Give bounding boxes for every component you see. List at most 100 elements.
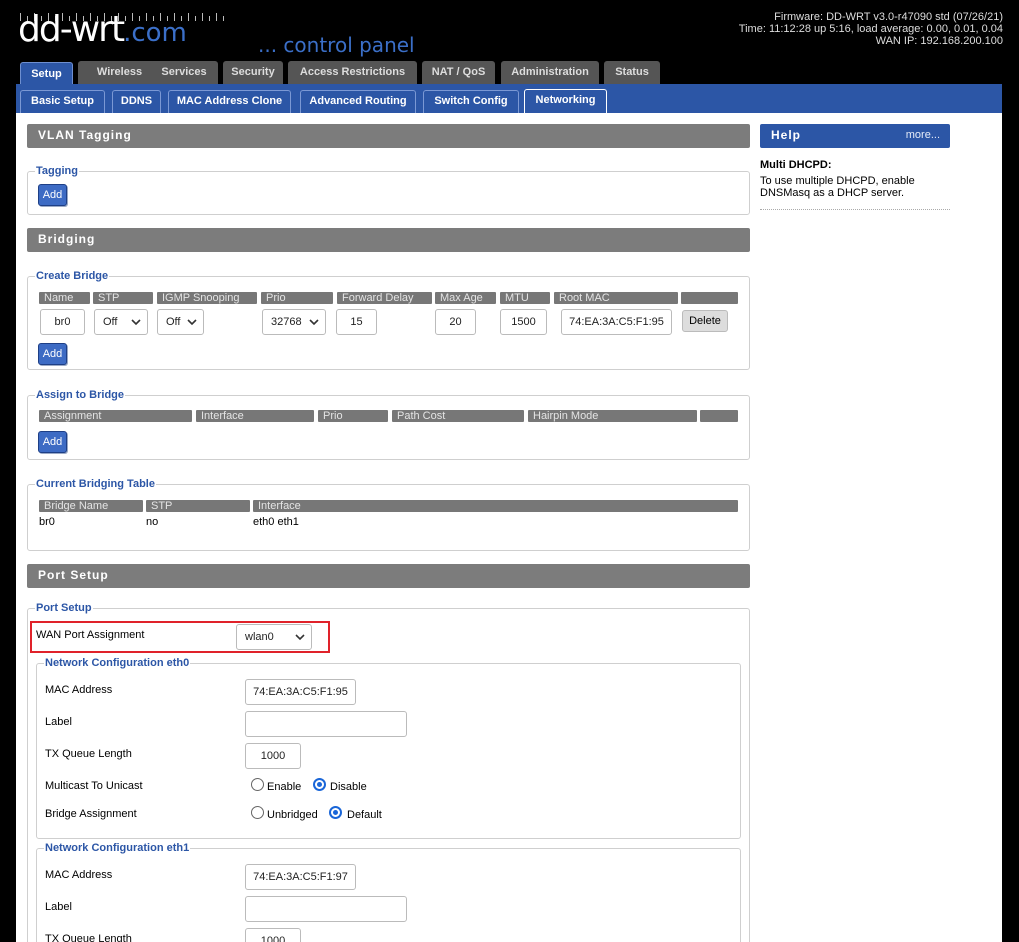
subtab-networking[interactable]: Networking [524,89,607,114]
help-text: To use multiple DHCPD, enable DNSMasq as… [760,175,915,199]
eth0-mac-input[interactable]: 74:EA:3A:C5:F1:95 [245,679,356,705]
chevron-down-icon [295,634,305,641]
eth0-label-input[interactable] [245,711,407,737]
assign-add-button[interactable]: Add [38,431,67,453]
create-bridge-legend: Create Bridge [35,269,110,283]
bridge-forward-delay-input[interactable]: 15 [336,309,377,335]
tab-wireless[interactable]: Wireless [78,61,161,84]
eth0-bridge-default-radio[interactable] [329,806,342,819]
eth0-mcast-enable-radio[interactable] [251,778,264,791]
col-root-mac: Root MAC [554,292,678,304]
subtab-switch-config[interactable]: Switch Config [423,90,519,113]
chevron-down-icon [187,319,197,326]
eth1-mac-label: MAC Address [45,869,113,881]
help-title: Help [771,128,802,142]
logo-tick [209,16,210,21]
col-assign-actions [700,410,738,422]
subtab-mac-address-clone[interactable]: MAC Address Clone [168,90,291,113]
vlan-add-button[interactable]: Add [38,184,67,206]
create-bridge-fieldset: Create Bridge Name STP IGMP Snooping Pri… [27,269,750,370]
logo-tick [223,16,224,21]
help-divider [760,209,950,210]
eth0-mcast-disable-radio[interactable] [313,778,326,791]
tab-setup[interactable]: Setup [20,62,73,86]
subtab-advanced-routing[interactable]: Advanced Routing [300,90,416,113]
eth0-bridge-default-label: Default [347,809,382,821]
eth1-legend: Network Configuration eth1 [44,841,191,855]
port-setup-legend: Port Setup [35,601,93,615]
sub-tabs: Basic Setup DDNS MAC Address Clone Advan… [16,84,1002,114]
bridge-prio-select[interactable]: 32768 [262,309,326,335]
col-bridge-name: Bridge Name [39,500,143,512]
logo-tick [188,13,189,21]
header: dd-wrt.com ... control panel Firmware: D… [0,0,1019,60]
help-more-link[interactable]: more... [906,124,940,147]
help-heading: Multi DHCPD: [760,159,832,171]
wan-ip: WAN IP: 192.168.200.100 [875,35,1003,47]
eth0-bridge-unbridged-radio[interactable] [251,806,264,819]
col-path-cost: Path Cost [392,410,524,422]
col-mtu: MTU [500,292,550,304]
eth0-bridge-unbridged-label: Unbridged [267,809,318,821]
tab-nat-qos[interactable]: NAT / QoS [422,61,495,84]
eth1-fieldset: Network Configuration eth1 [36,841,741,942]
tab-security[interactable]: Security [223,61,283,84]
eth1-label-input[interactable] [245,896,407,922]
col-forward-delay: Forward Delay [337,292,432,304]
tab-administration[interactable]: Administration [501,61,599,84]
eth1-txq-label: TX Queue Length [45,933,132,942]
eth0-mcast-enable-label: Enable [267,781,302,793]
tab-status[interactable]: Status [604,61,660,84]
section-vlan-tagging: VLAN Tagging [27,124,750,148]
eth1-txq-input[interactable]: 1000 [245,928,301,942]
logo[interactable]: dd-wrt.com [18,12,187,48]
current-bridge-stp: no [146,516,159,528]
col-name: Name [39,292,90,304]
col-hairpin-mode: Hairpin Mode [528,410,697,422]
section-bridging: Bridging [27,228,750,252]
current-bridging-fieldset: Current Bridging Table Bridge Name STP I… [27,477,750,551]
status-info: Firmware: DD-WRT v3.0-r47090 std (07/26/… [739,11,1003,47]
bridge-delete-button[interactable]: Delete [682,310,728,332]
bridge-stp-select[interactable]: Off [94,309,148,335]
eth0-mcast-label: Multicast To Unicast [45,780,143,792]
firmware-version: Firmware: DD-WRT v3.0-r47090 std (07/26/… [774,11,1003,23]
bridge-root-mac-input[interactable]: 74:EA:3A:C5:F1:95 [561,309,672,335]
tab-access-restrictions[interactable]: Access Restrictions [288,61,417,84]
eth1-label-label: Label [45,901,72,913]
assign-bridge-legend: Assign to Bridge [35,388,126,402]
eth0-legend: Network Configuration eth0 [44,656,191,670]
eth0-txq-input[interactable]: 1000 [245,743,301,769]
col-max-age: Max Age [435,292,496,304]
logo-suffix: .com [123,18,187,48]
logo-tick [202,13,203,21]
bridge-add-button[interactable]: Add [38,343,67,365]
bridge-name-input[interactable]: br0 [40,309,85,335]
eth0-mac-label: MAC Address [45,684,113,696]
col-prio: Prio [261,292,333,304]
col-actions [681,292,738,304]
eth0-fieldset: Network Configuration eth0 [36,656,741,839]
uptime: Time: 11:12:28 up 5:16, load average: 0.… [738,23,1003,35]
tab-services[interactable]: Services [150,61,218,84]
col-stp: STP [93,292,153,304]
subtab-ddns[interactable]: DDNS [112,90,161,113]
bridge-mtu-input[interactable]: 1500 [500,309,547,335]
chevron-down-icon [131,319,141,326]
tagging-fieldset: Tagging Add [27,164,750,215]
subtab-basic-setup[interactable]: Basic Setup [20,90,105,113]
current-bridge-name: br0 [39,516,55,528]
bridge-prio-value: 32768 [271,316,302,328]
bridge-igmp-select[interactable]: Off [157,309,204,335]
bridge-max-age-input[interactable]: 20 [435,309,476,335]
assign-bridge-fieldset: Assign to Bridge Assignment Interface Pr… [27,388,750,460]
wan-port-select[interactable]: wlan0 [236,624,312,650]
section-port-setup: Port Setup [27,564,750,588]
eth0-mcast-disable-label: Disable [330,781,367,793]
col-igmp-snooping: IGMP Snooping [157,292,257,304]
eth1-mac-input[interactable]: 74:EA:3A:C5:F1:97 [245,864,356,890]
logo-tick [195,16,196,21]
wan-port-label: WAN Port Assignment [36,629,145,641]
col-assignment: Assignment [39,410,192,422]
current-bridge-interface: eth0 eth1 [253,516,299,528]
